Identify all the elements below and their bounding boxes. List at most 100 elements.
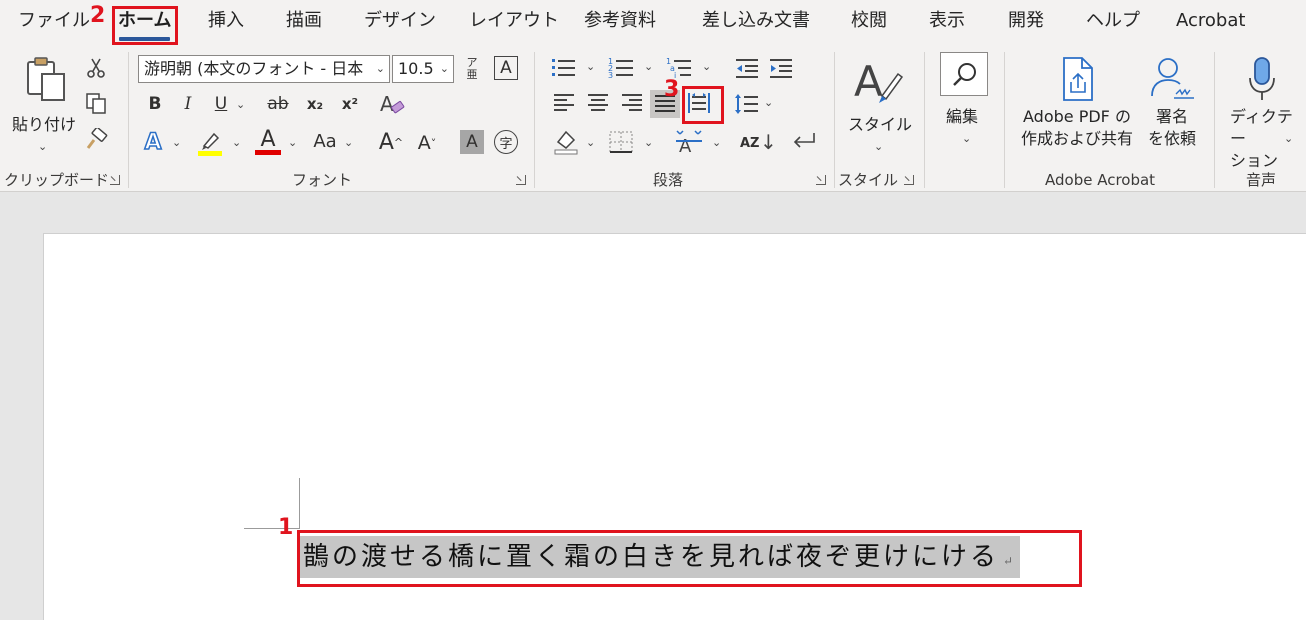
change-case-button[interactable]: Aa [310,128,340,154]
font-launcher-icon[interactable] [516,175,526,185]
paragraph-group-label: 段落 [653,171,684,189]
numbering-dropdown-icon[interactable]: ⌄ [644,60,653,73]
font-size-value: 10.5 [398,59,434,78]
bullets-dropdown-icon[interactable]: ⌄ [586,60,595,73]
microphone-icon [1249,57,1275,100]
separator [834,52,835,188]
line-spacing-dropdown-icon[interactable]: ⌄ [764,96,773,109]
tab-draw[interactable]: 描画 [286,9,322,33]
svg-text:3: 3 [608,71,613,80]
format-painter-icon[interactable] [84,128,108,152]
borders-icon[interactable] [608,130,634,154]
asian-layout-icon[interactable]: A [676,128,706,156]
align-left-icon[interactable] [552,92,576,114]
annotation-step-1: 1 [278,515,294,540]
dictate-dropdown-icon[interactable]: ⌄ [1284,132,1293,145]
clear-formatting-icon[interactable]: A [378,92,406,118]
editing-dropdown-icon[interactable]: ⌄ [962,132,971,145]
show-marks-icon[interactable] [790,130,818,154]
tab-acrobat[interactable]: Acrobat [1176,9,1245,33]
annotation-step-2: 2 [90,3,106,28]
bold-button[interactable]: B [144,92,166,116]
annotation-box-home-tab [112,6,178,45]
clipboard-group-label: クリップボード [4,171,110,189]
tab-design[interactable]: デザイン [364,9,436,33]
shading-icon[interactable] [552,128,580,156]
svg-text:A: A [854,57,883,106]
text-effects-dropdown-icon[interactable]: ⌄ [172,136,181,149]
annotation-box-distributed [682,86,724,124]
shrink-font-button[interactable]: A ˅ [414,130,440,156]
editing-label: 編集 [946,107,979,126]
tab-insert[interactable]: 挿入 [208,9,244,33]
request-signature-button[interactable]: 署名 を依頼 [1140,54,1204,154]
superscript-button[interactable]: x² [337,92,363,116]
text-effects-button[interactable]: A [140,128,166,156]
strikethrough-button[interactable]: ab [264,92,292,116]
copy-icon[interactable] [84,91,108,115]
bullets-icon[interactable] [550,56,578,80]
chevron-down-icon[interactable]: ⌄ [376,56,385,82]
font-color-swatch [255,150,281,155]
underline-button[interactable]: U [210,92,232,116]
subscript-button[interactable]: x₂ [302,92,328,116]
paragraph-launcher-icon[interactable] [816,175,826,185]
annotation-box-text [297,530,1082,587]
multilevel-dropdown-icon[interactable]: ⌄ [702,60,711,73]
create-share-pdf-button[interactable]: Adobe PDF の 作成および共有 [1014,54,1140,154]
separator [924,52,925,188]
increase-indent-icon[interactable] [768,56,794,80]
borders-dropdown-icon[interactable]: ⌄ [644,136,653,149]
underline-dropdown-icon[interactable]: ⌄ [236,98,245,111]
styles-dropdown-icon[interactable]: ⌄ [874,140,883,153]
change-case-dropdown-icon[interactable]: ⌄ [344,136,353,149]
highlight-dropdown-icon[interactable]: ⌄ [232,136,241,149]
tab-help[interactable]: ヘルプ [1086,9,1140,33]
tab-file[interactable]: ファイル [18,9,90,33]
font-name-combo[interactable]: 游明朝 (本文のフォント - 日本 ⌄ [138,55,390,83]
grow-font-button[interactable]: A ^ [378,128,404,156]
tab-view[interactable]: 表示 [929,9,965,33]
paste-label: 貼り付け [12,115,77,134]
font-color-button[interactable]: A [255,126,281,152]
editing-button[interactable]: 編集 ⌄ [934,52,998,156]
styles-icon: A [854,57,904,106]
decrease-indent-icon[interactable] [734,56,760,80]
styles-launcher-icon[interactable] [904,175,914,185]
acrobat-group-label: Adobe Acrobat [1045,171,1156,189]
align-center-icon[interactable] [586,92,610,114]
paste-button[interactable]: 貼り付け ⌄ [10,54,76,154]
phonetic-guide-button[interactable]: ア亜 [461,54,483,84]
svg-text:A: A [380,92,394,116]
tab-mailings[interactable]: 差し込み文書 [702,9,810,33]
chevron-down-icon[interactable]: ⌄ [440,56,449,82]
highlighter-icon[interactable] [196,128,224,156]
voice-group-label: 音声 [1246,171,1277,189]
font-group-label: フォント [292,171,353,189]
align-right-icon[interactable] [620,92,644,114]
italic-button[interactable]: I [177,92,199,116]
sort-arrow-icon: ↓ [760,130,777,154]
dictate-button[interactable]: ディクテー ション ⌄ [1222,54,1302,170]
character-shading-button[interactable]: A [460,130,484,154]
paste-icon [27,57,65,101]
shading-dropdown-icon[interactable]: ⌄ [586,136,595,149]
line-spacing-icon[interactable] [734,92,760,116]
tab-developer[interactable]: 開発 [1008,9,1044,33]
separator [1214,52,1215,188]
font-color-dropdown-icon[interactable]: ⌄ [288,136,297,149]
tab-layout[interactable]: レイアウト [469,9,559,33]
character-border-button[interactable]: A [494,56,518,80]
phonetic-guide-icon-sub: 亜 [466,68,478,81]
cut-icon[interactable] [84,56,108,80]
asian-layout-dropdown-icon[interactable]: ⌄ [712,136,721,149]
clipboard-launcher-icon[interactable] [110,175,120,185]
tab-references[interactable]: 参考資料 [584,9,656,33]
tab-review[interactable]: 校閲 [851,9,887,33]
enclose-characters-button[interactable]: 字 [494,130,518,154]
styles-group-label: スタイル [838,171,899,189]
paste-dropdown-icon[interactable]: ⌄ [38,140,47,153]
font-size-combo[interactable]: 10.5 ⌄ [392,55,454,83]
styles-button[interactable]: A スタイル ⌄ [842,54,914,154]
numbering-icon[interactable]: 123 [608,56,636,80]
